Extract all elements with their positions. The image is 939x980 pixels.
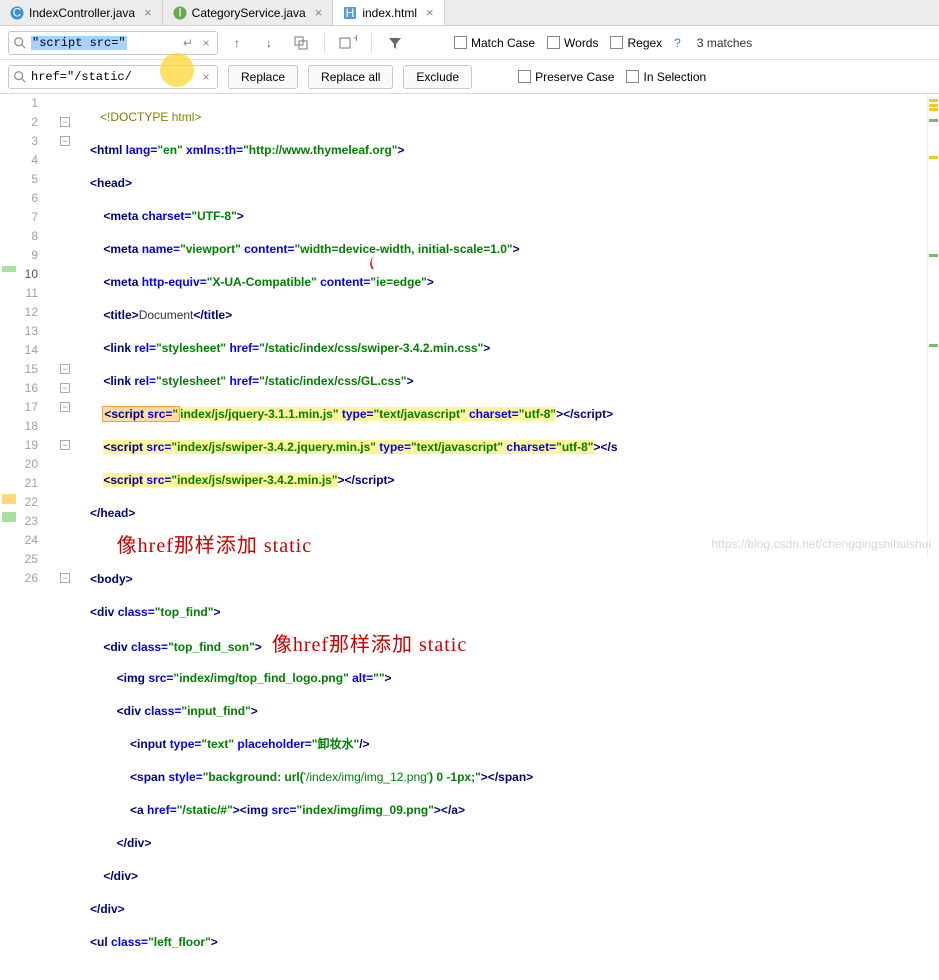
find-input[interactable]: "script src=": [31, 36, 127, 50]
in-selection-checkbox[interactable]: In Selection: [626, 70, 706, 84]
svg-text:H: H: [346, 6, 355, 20]
close-icon[interactable]: ×: [197, 36, 215, 50]
next-match-icon[interactable]: ↓: [256, 31, 282, 55]
watermark-text: https://blog.csdn.net/chengqingshihuishu…: [712, 537, 932, 551]
replace-button[interactable]: Replace: [228, 65, 298, 89]
add-selection-icon[interactable]: +: [335, 31, 361, 55]
search-icon: [13, 36, 27, 50]
replace-all-button[interactable]: Replace all: [308, 65, 393, 89]
separator: [371, 33, 372, 53]
find-input-wrap: "script src=" ↵ ×: [8, 31, 218, 55]
close-icon[interactable]: ×: [140, 5, 152, 20]
filter-icon[interactable]: [382, 31, 408, 55]
tab-label: CategoryService.java: [192, 6, 306, 20]
tab-index-html[interactable]: H index.html ×: [333, 0, 444, 25]
close-icon[interactable]: ×: [311, 5, 323, 20]
prev-match-icon[interactable]: ↑: [224, 31, 250, 55]
fold-toggle[interactable]: −: [60, 573, 70, 583]
replace-toolbar: × Replace Replace all Exclude Preserve C…: [0, 60, 939, 94]
tab-index-controller[interactable]: C IndexController.java ×: [0, 0, 163, 25]
overview-ruler[interactable]: [927, 94, 939, 557]
editor-tabs: C IndexController.java × I CategoryServi…: [0, 0, 939, 26]
replace-input-wrap: ×: [8, 65, 218, 89]
replace-input[interactable]: [27, 66, 197, 88]
fold-toggle[interactable]: −: [60, 136, 70, 146]
separator: [324, 33, 325, 53]
find-toolbar: "script src=" ↵ × ↑ ↓ + Match Case Words…: [0, 26, 939, 60]
close-icon[interactable]: ×: [197, 70, 215, 84]
tab-category-service[interactable]: I CategoryService.java ×: [163, 0, 334, 25]
line-numbers: 1234567891011121314151617181920212223242…: [0, 94, 60, 557]
svg-text:+: +: [353, 35, 357, 45]
svg-text:I: I: [178, 6, 181, 20]
fold-toggle[interactable]: −: [60, 402, 70, 412]
exclude-button[interactable]: Exclude: [403, 65, 472, 89]
match-case-checkbox[interactable]: Match Case: [454, 36, 535, 50]
search-icon: [13, 70, 27, 84]
regex-checkbox[interactable]: Regex: [610, 36, 662, 50]
annotation-text: 像href那样添加 static: [272, 634, 467, 656]
tab-label: IndexController.java: [29, 6, 135, 20]
fold-toggle[interactable]: −: [60, 383, 70, 393]
java-class-icon: C: [10, 6, 24, 20]
tab-label: index.html: [362, 6, 417, 20]
preserve-case-checkbox[interactable]: Preserve Case: [518, 70, 614, 84]
fold-toggle[interactable]: −: [60, 117, 70, 127]
close-icon[interactable]: ×: [422, 5, 434, 20]
svg-text:C: C: [13, 6, 22, 20]
words-checkbox[interactable]: Words: [547, 36, 598, 50]
annotation-text: 像href那样添加 static: [117, 535, 312, 557]
java-interface-icon: I: [173, 6, 187, 20]
fold-toggle[interactable]: −: [60, 364, 70, 374]
select-all-icon[interactable]: [288, 31, 314, 55]
code-content[interactable]: <!DOCTYPE html> <html lang="en" xmlns:th…: [60, 94, 939, 557]
newline-icon[interactable]: ↵: [179, 36, 197, 50]
fold-column: − − − − − − −: [60, 94, 74, 557]
fold-toggle[interactable]: −: [60, 440, 70, 450]
regex-help-link[interactable]: ?: [674, 36, 681, 50]
match-count: 3 matches: [697, 36, 752, 50]
code-editor[interactable]: 1234567891011121314151617181920212223242…: [0, 94, 939, 557]
html-file-icon: H: [343, 6, 357, 20]
